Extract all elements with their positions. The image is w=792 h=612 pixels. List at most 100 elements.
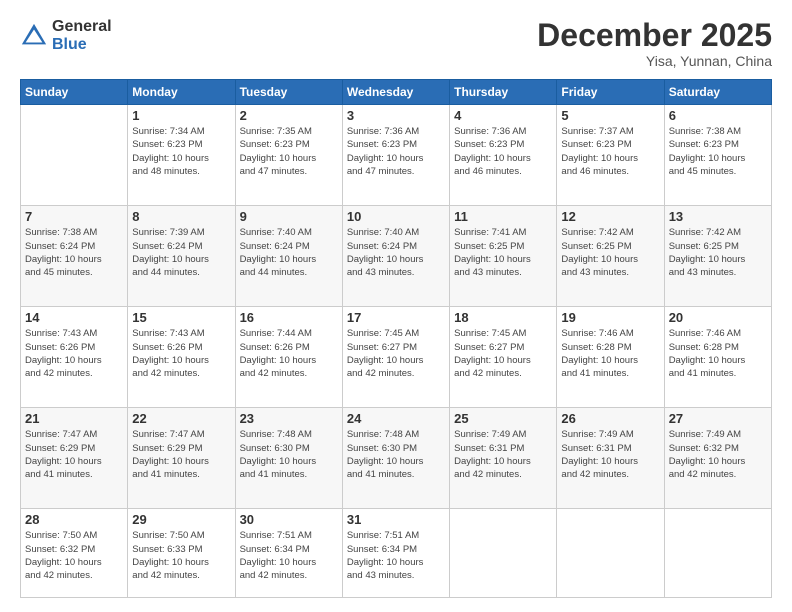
- day-number: 6: [669, 108, 767, 123]
- calendar-cell: 14 Sunrise: 7:43 AMSunset: 6:26 PMDayligh…: [21, 307, 128, 408]
- day-number: 17: [347, 310, 445, 325]
- day-info: Sunrise: 7:47 AMSunset: 6:29 PMDaylight:…: [132, 428, 230, 481]
- day-info: Sunrise: 7:50 AMSunset: 6:33 PMDaylight:…: [132, 529, 230, 582]
- calendar-week-row: 7 Sunrise: 7:38 AMSunset: 6:24 PMDaylight…: [21, 206, 772, 307]
- day-number: 11: [454, 209, 552, 224]
- calendar-cell: 17 Sunrise: 7:45 AMSunset: 6:27 PMDayligh…: [342, 307, 449, 408]
- day-info: Sunrise: 7:34 AMSunset: 6:23 PMDaylight:…: [132, 125, 230, 178]
- calendar-cell: 19 Sunrise: 7:46 AMSunset: 6:28 PMDayligh…: [557, 307, 664, 408]
- day-number: 15: [132, 310, 230, 325]
- day-info: Sunrise: 7:42 AMSunset: 6:25 PMDaylight:…: [669, 226, 767, 279]
- day-number: 30: [240, 512, 338, 527]
- day-info: Sunrise: 7:51 AMSunset: 6:34 PMDaylight:…: [240, 529, 338, 582]
- day-number: 28: [25, 512, 123, 527]
- calendar-cell: 23Sunrise: 7:48 AMSunset: 6:30 PMDayligh…: [235, 408, 342, 509]
- day-info: Sunrise: 7:45 AMSunset: 6:27 PMDaylight:…: [347, 327, 445, 380]
- calendar-cell: 15Sunrise: 7:43 AMSunset: 6:26 PMDayligh…: [128, 307, 235, 408]
- day-info: Sunrise: 7:40 AMSunset: 6:24 PMDaylight:…: [240, 226, 338, 279]
- day-info: Sunrise: 7:36 AMSunset: 6:23 PMDaylight:…: [347, 125, 445, 178]
- calendar-cell: 13 Sunrise: 7:42 AMSunset: 6:25 PMDayligh…: [664, 206, 771, 307]
- day-info: Sunrise: 7:38 AMSunset: 6:24 PMDaylight:…: [25, 226, 123, 279]
- day-number: 5: [561, 108, 659, 123]
- day-number: 14: [25, 310, 123, 325]
- calendar-header-wednesday: Wednesday: [342, 80, 449, 105]
- day-info: Sunrise: 7:38 AMSunset: 6:23 PMDaylight:…: [669, 125, 767, 178]
- logo-icon: [20, 22, 48, 50]
- day-number: 4: [454, 108, 552, 123]
- calendar-cell: 3Sunrise: 7:36 AMSunset: 6:23 PMDaylight…: [342, 105, 449, 206]
- day-number: 29: [132, 512, 230, 527]
- day-number: 21: [25, 411, 123, 426]
- day-info: Sunrise: 7:46 AMSunset: 6:28 PMDaylight:…: [669, 327, 767, 380]
- day-number: 23: [240, 411, 338, 426]
- calendar-cell: 27 Sunrise: 7:49 AMSunset: 6:32 PMDayligh…: [664, 408, 771, 509]
- logo: General Blue: [20, 18, 112, 53]
- calendar-cell: [21, 105, 128, 206]
- calendar-cell: 8Sunrise: 7:39 AMSunset: 6:24 PMDaylight…: [128, 206, 235, 307]
- calendar-cell: 11 Sunrise: 7:41 AMSunset: 6:25 PMDayligh…: [450, 206, 557, 307]
- logo-blue-text: Blue: [52, 36, 112, 54]
- day-info: Sunrise: 7:49 AMSunset: 6:31 PMDaylight:…: [561, 428, 659, 481]
- calendar-cell: [450, 509, 557, 598]
- calendar-cell: 10Sunrise: 7:40 AMSunset: 6:24 PMDayligh…: [342, 206, 449, 307]
- day-info: Sunrise: 7:36 AMSunset: 6:23 PMDaylight:…: [454, 125, 552, 178]
- day-number: 27: [669, 411, 767, 426]
- day-info: Sunrise: 7:35 AMSunset: 6:23 PMDaylight:…: [240, 125, 338, 178]
- day-info: Sunrise: 7:51 AMSunset: 6:34 PMDaylight:…: [347, 529, 445, 582]
- day-info: Sunrise: 7:45 AMSunset: 6:27 PMDaylight:…: [454, 327, 552, 380]
- calendar-cell: 30 Sunrise: 7:51 AMSunset: 6:34 PMDayligh…: [235, 509, 342, 598]
- day-info: Sunrise: 7:48 AMSunset: 6:30 PMDaylight:…: [347, 428, 445, 481]
- title-block: December 2025 Yisa, Yunnan, China: [537, 18, 772, 69]
- calendar-cell: 9 Sunrise: 7:40 AMSunset: 6:24 PMDaylight…: [235, 206, 342, 307]
- day-info: Sunrise: 7:42 AMSunset: 6:25 PMDaylight:…: [561, 226, 659, 279]
- day-number: 7: [25, 209, 123, 224]
- calendar-cell: 28 Sunrise: 7:50 AMSunset: 6:32 PMDayligh…: [21, 509, 128, 598]
- calendar-cell: [664, 509, 771, 598]
- day-number: 31: [347, 512, 445, 527]
- calendar: SundayMondayTuesdayWednesdayThursdayFrid…: [20, 79, 772, 598]
- day-info: Sunrise: 7:40 AMSunset: 6:24 PMDaylight:…: [347, 226, 445, 279]
- calendar-cell: 6 Sunrise: 7:38 AMSunset: 6:23 PMDaylight…: [664, 105, 771, 206]
- calendar-header-monday: Monday: [128, 80, 235, 105]
- calendar-cell: 1Sunrise: 7:34 AMSunset: 6:23 PMDaylight…: [128, 105, 235, 206]
- calendar-cell: 5 Sunrise: 7:37 AMSunset: 6:23 PMDaylight…: [557, 105, 664, 206]
- calendar-week-row: 28 Sunrise: 7:50 AMSunset: 6:32 PMDayligh…: [21, 509, 772, 598]
- day-info: Sunrise: 7:43 AMSunset: 6:26 PMDaylight:…: [25, 327, 123, 380]
- day-info: Sunrise: 7:50 AMSunset: 6:32 PMDaylight:…: [25, 529, 123, 582]
- day-number: 13: [669, 209, 767, 224]
- day-info: Sunrise: 7:41 AMSunset: 6:25 PMDaylight:…: [454, 226, 552, 279]
- calendar-cell: 20Sunrise: 7:46 AMSunset: 6:28 PMDayligh…: [664, 307, 771, 408]
- logo-text: General Blue: [52, 18, 112, 53]
- day-number: 9: [240, 209, 338, 224]
- calendar-cell: 31 Sunrise: 7:51 AMSunset: 6:34 PMDayligh…: [342, 509, 449, 598]
- calendar-week-row: 21 Sunrise: 7:47 AMSunset: 6:29 PMDayligh…: [21, 408, 772, 509]
- day-number: 19: [561, 310, 659, 325]
- calendar-cell: 21 Sunrise: 7:47 AMSunset: 6:29 PMDayligh…: [21, 408, 128, 509]
- calendar-cell: 16 Sunrise: 7:44 AMSunset: 6:26 PMDayligh…: [235, 307, 342, 408]
- day-info: Sunrise: 7:44 AMSunset: 6:26 PMDaylight:…: [240, 327, 338, 380]
- day-number: 26: [561, 411, 659, 426]
- calendar-cell: 22 Sunrise: 7:47 AMSunset: 6:29 PMDayligh…: [128, 408, 235, 509]
- calendar-cell: [557, 509, 664, 598]
- day-number: 12: [561, 209, 659, 224]
- calendar-week-row: 1Sunrise: 7:34 AMSunset: 6:23 PMDaylight…: [21, 105, 772, 206]
- day-info: Sunrise: 7:49 AMSunset: 6:31 PMDaylight:…: [454, 428, 552, 481]
- calendar-cell: 26 Sunrise: 7:49 AMSunset: 6:31 PMDayligh…: [557, 408, 664, 509]
- day-number: 22: [132, 411, 230, 426]
- day-info: Sunrise: 7:49 AMSunset: 6:32 PMDaylight:…: [669, 428, 767, 481]
- calendar-week-row: 14 Sunrise: 7:43 AMSunset: 6:26 PMDayligh…: [21, 307, 772, 408]
- day-info: Sunrise: 7:46 AMSunset: 6:28 PMDaylight:…: [561, 327, 659, 380]
- calendar-cell: 29 Sunrise: 7:50 AMSunset: 6:33 PMDayligh…: [128, 509, 235, 598]
- day-info: Sunrise: 7:47 AMSunset: 6:29 PMDaylight:…: [25, 428, 123, 481]
- calendar-header-row: SundayMondayTuesdayWednesdayThursdayFrid…: [21, 80, 772, 105]
- day-number: 18: [454, 310, 552, 325]
- day-info: Sunrise: 7:37 AMSunset: 6:23 PMDaylight:…: [561, 125, 659, 178]
- page: General Blue December 2025 Yisa, Yunnan,…: [0, 0, 792, 612]
- header: General Blue December 2025 Yisa, Yunnan,…: [20, 18, 772, 69]
- day-number: 24: [347, 411, 445, 426]
- month-title: December 2025: [537, 18, 772, 53]
- calendar-header-friday: Friday: [557, 80, 664, 105]
- calendar-cell: 7 Sunrise: 7:38 AMSunset: 6:24 PMDaylight…: [21, 206, 128, 307]
- day-number: 16: [240, 310, 338, 325]
- calendar-cell: 25Sunrise: 7:49 AMSunset: 6:31 PMDayligh…: [450, 408, 557, 509]
